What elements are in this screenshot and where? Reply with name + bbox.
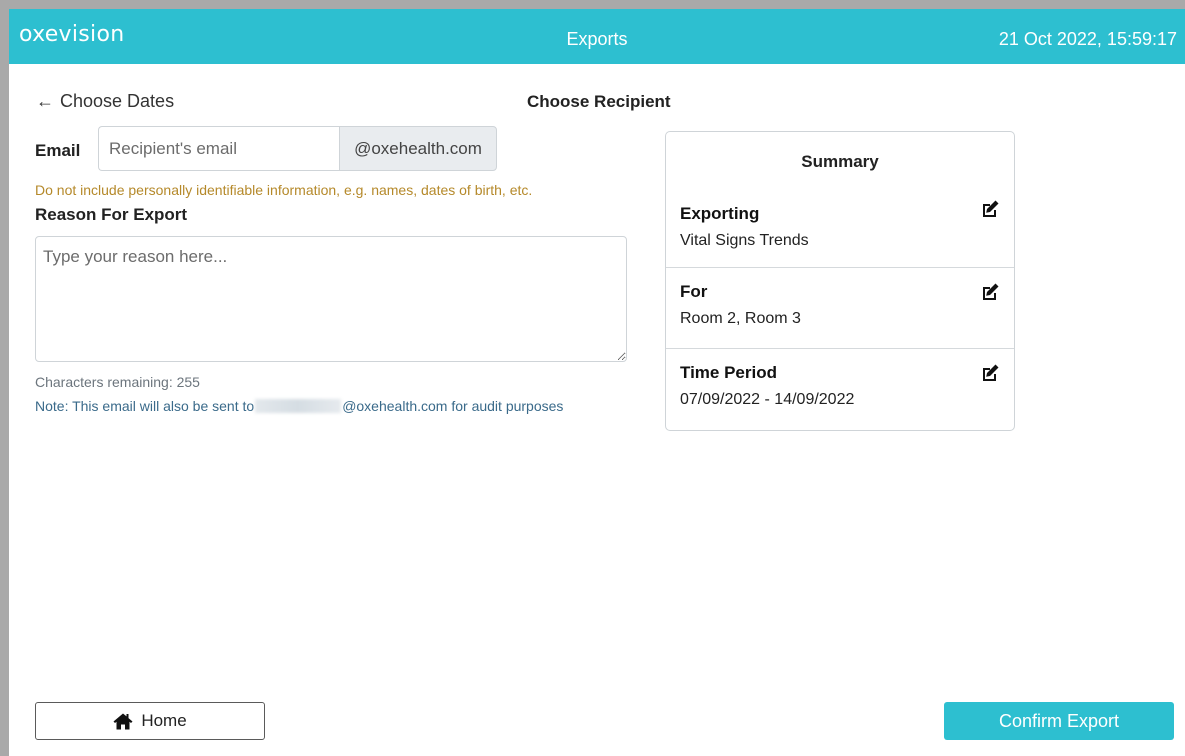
reason-textarea[interactable] [35, 236, 627, 362]
summary-heading: Time Period [680, 363, 777, 382]
audit-note: Note: This email will also be sent to @o… [35, 398, 563, 414]
back-to-choose-dates-link[interactable]: ← Choose Dates [36, 91, 174, 112]
edit-icon[interactable] [980, 282, 1000, 302]
summary-item-exporting: Exporting Vital Signs Trends [666, 191, 1014, 268]
summary-item-for: For Room 2, Room 3 [666, 268, 1014, 349]
pii-warning-text: Do not include personally identifiable i… [35, 182, 533, 198]
email-label: Email [35, 141, 81, 160]
edit-icon[interactable] [980, 199, 1000, 219]
recipient-email-input[interactable] [98, 126, 339, 171]
audit-note-suffix: @oxehealth.com for audit purposes [342, 398, 564, 414]
redacted-email-user [255, 399, 342, 413]
characters-remaining: Characters remaining: 255 [35, 374, 200, 390]
top-bar: oxevision Exports 21 Oct 2022, 15:59:17 [9, 9, 1185, 64]
step-title: Choose Recipient [527, 92, 671, 111]
summary-title: Summary [801, 152, 879, 171]
summary-panel: Summary Exporting Vital Signs Trends For… [665, 131, 1015, 431]
arrow-left-icon: ← [36, 91, 54, 111]
datetime-display: 21 Oct 2022, 15:59:17 [998, 29, 1177, 49]
summary-value: Room 2, Room 3 [680, 310, 801, 327]
home-button[interactable]: Home [35, 702, 265, 740]
edit-icon[interactable] [980, 363, 1000, 383]
summary-value: Vital Signs Trends [680, 232, 809, 249]
confirm-export-button[interactable]: Confirm Export [944, 702, 1174, 740]
home-icon [113, 713, 133, 729]
back-link-label: Choose Dates [60, 91, 175, 111]
email-input-group: @oxehealth.com [98, 126, 497, 171]
email-domain-suffix: @oxehealth.com [339, 126, 497, 171]
home-button-label: Home [141, 711, 187, 730]
summary-heading: Exporting [680, 204, 760, 223]
summary-heading: For [680, 282, 708, 301]
confirm-export-label: Confirm Export [998, 710, 1120, 731]
summary-value: 07/09/2022 - 14/09/2022 [680, 391, 855, 408]
app-window: oxevision Exports 21 Oct 2022, 15:59:17 … [9, 9, 1185, 756]
summary-item-time-period: Time Period 07/09/2022 - 14/09/2022 [666, 349, 1014, 430]
audit-note-prefix: Note: This email will also be sent to [35, 398, 255, 414]
reason-label: Reason For Export [35, 205, 188, 224]
